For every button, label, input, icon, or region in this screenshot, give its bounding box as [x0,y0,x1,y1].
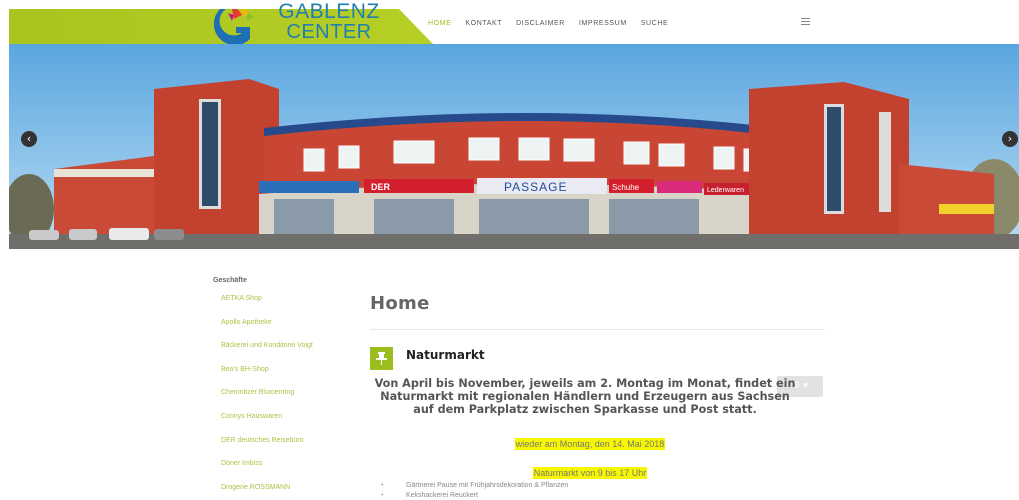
article-lead-text: Von April bis November, jeweils am 2. Mo… [374,377,796,416]
list-item: • Kekshackerei Reuckert [381,492,478,499]
list-item-text: Gärtnerei Pause mit Frühjahrsdekoration … [406,482,569,489]
logo-line2: CENTER [286,21,372,43]
nav-home[interactable]: HOME [428,20,451,27]
sidebar-item-hauswaren[interactable]: Connys Hauswaren [213,409,363,433]
sidebar-title: Geschäfte [213,277,247,284]
page-title: Home [370,293,430,314]
sidebar-item-bh-shop[interactable]: Bea's BH-Shop [213,362,363,386]
main-content: Home Naturmarkt ⚙ ▾ Von April bis Novemb… [370,293,830,499]
logo-icon[interactable] [212,9,258,44]
sidebar-item-rossmann[interactable]: Drogerie ROSSMANN [213,480,363,500]
sidebar-item-baeckerei[interactable]: Bäckerei und Konditorei Voigt [213,338,363,362]
sidebar-item-blumenring[interactable]: Chemnitzer Blumenring [213,385,363,409]
sidebar-item-doener[interactable]: Döner Imbiss [213,456,363,480]
highlight-date: wieder am Montag, den 14. Mai 2018 [370,432,810,451]
nav-suche[interactable]: SUCHE [641,20,669,27]
pin-icon [370,347,393,370]
vendor-list: • Gärtnerei Pause mit Frühjahrsdekoration… [381,481,568,500]
nav-kontakt[interactable]: KONTAKT [465,20,502,27]
highlight-time-text: Naturmarkt von 9 bis 17 Uhr [532,467,648,479]
building-panorama-image: DER PASSAGE Schuhe Lederwaren [9,44,1019,249]
highlight-time: Naturmarkt von 9 bis 17 Uhr [370,461,810,480]
hero-slider: DER PASSAGE Schuhe Lederwaren ‹ › [9,44,1019,249]
site-header: GABLENZ CENTER HOME KONTAKT DISCLAIMER I… [9,1,1019,44]
slider-next-button[interactable]: › [1002,131,1018,147]
hamburger-menu-icon[interactable] [801,18,810,27]
logo-text[interactable]: GABLENZ CENTER [269,1,389,43]
article-header: Naturmarkt [370,347,830,373]
sidebar-item-reisebuero[interactable]: DER deutsches Reisebüro [213,433,363,457]
list-item-text: Kekshackerei Reuckert [406,492,478,499]
article-title[interactable]: Naturmarkt [406,348,485,362]
sign-schuhe: Schuhe [612,183,640,192]
sidebar-item-apotheke[interactable]: Apollo Apotheke [213,315,363,339]
list-item: • Gärtnerei Pause mit Frühjahrsdekoration… [381,482,569,489]
sign-passage: PASSAGE [504,180,567,194]
nav-impressum[interactable]: IMPRESSUM [579,20,627,27]
nav-disclaimer[interactable]: DISCLAIMER [516,20,565,27]
slider-prev-button[interactable]: ‹ [21,131,37,147]
sidebar-item-aetka[interactable]: AETKA Shop [213,291,363,315]
title-divider [370,329,825,330]
main-nav: HOME KONTAKT DISCLAIMER IMPRESSUM SUCHE [428,20,682,27]
logo-line1: GABLENZ [278,0,380,23]
sign-leder: Lederwaren [707,187,744,194]
sidebar-shops: Geschäfte AETKA Shop Apollo Apotheke Bäc… [213,277,363,500]
highlight-date-text: wieder am Montag, den 14. Mai 2018 [514,438,666,450]
sign-der: DER [371,182,391,192]
